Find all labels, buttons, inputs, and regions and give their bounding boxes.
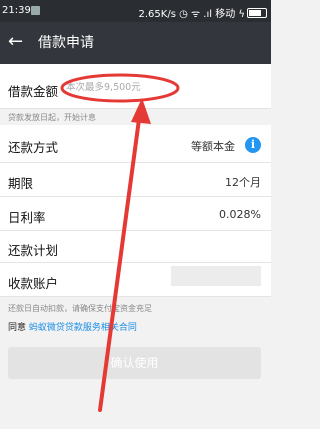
annotation-arrow-line: [98, 110, 142, 412]
annotation-overlay: [60, 73, 180, 412]
annotation-circle: [60, 73, 180, 103]
